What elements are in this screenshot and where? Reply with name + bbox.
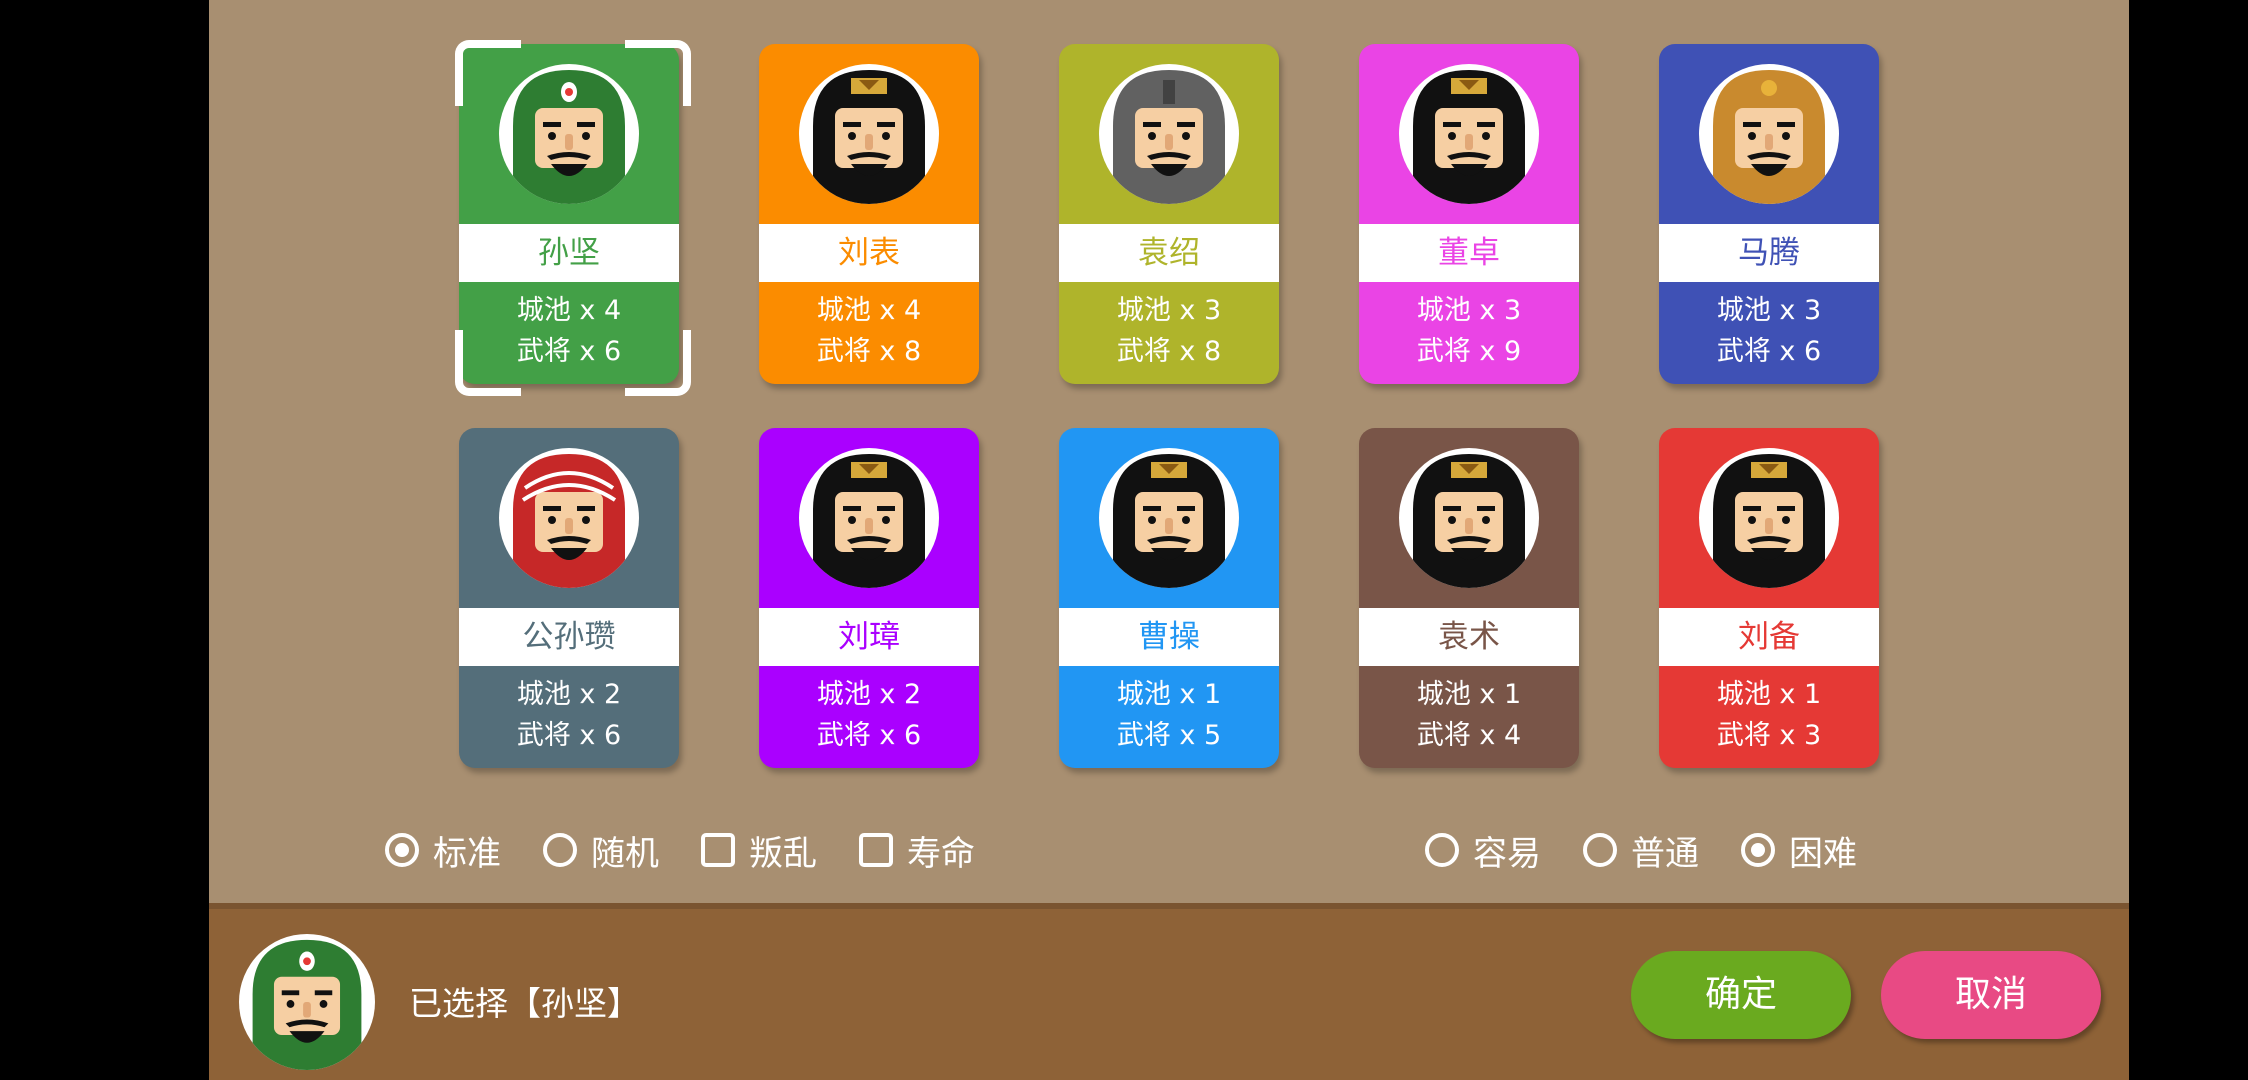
faction-card[interactable]: 董卓城池 x 3 武将 x 9	[1359, 44, 1579, 384]
faction-name: 刘璋	[759, 608, 979, 666]
selection-corner	[625, 330, 691, 396]
option-label: 困难	[1789, 833, 1857, 874]
faction-name: 公孙瓒	[459, 608, 679, 666]
checkbox-icon[interactable]	[859, 833, 893, 867]
faction-name: 董卓	[1359, 224, 1579, 282]
faction-generals: 武将 x 6	[816, 720, 922, 751]
faction-portrait	[799, 64, 939, 204]
selection-corner	[625, 40, 691, 106]
option-radio[interactable]: 普通	[1583, 826, 1699, 875]
option-checkbox[interactable]: 叛乱	[701, 826, 817, 875]
option-label: 随机	[591, 833, 659, 874]
faction-cities: 城池 x 4	[816, 295, 922, 326]
faction-name: 刘备	[1659, 608, 1879, 666]
faction-card[interactable]: 公孙瓒城池 x 2 武将 x 6	[459, 428, 679, 768]
faction-generals: 武将 x 6	[1716, 336, 1822, 367]
faction-card[interactable]: 刘表城池 x 4 武将 x 8	[759, 44, 979, 384]
faction-stats: 城池 x 2 武将 x 6	[459, 674, 679, 756]
option-radio[interactable]: 随机	[543, 826, 659, 875]
faction-cities: 城池 x 4	[516, 295, 622, 326]
option-label: 叛乱	[749, 833, 817, 874]
faction-name: 袁绍	[1059, 224, 1279, 282]
option-radio[interactable]: 标准	[385, 826, 501, 875]
checkbox-icon[interactable]	[701, 833, 735, 867]
faction-stats: 城池 x 2 武将 x 6	[759, 674, 979, 756]
faction-generals: 武将 x 9	[1416, 336, 1522, 367]
faction-cities: 城池 x 1	[1416, 679, 1522, 710]
game-stage: 孙坚城池 x 4 武将 x 6 刘表城池 x 4 武将 x 8 袁绍城池 x 3 武将 x…	[209, 0, 2129, 1080]
radio-icon[interactable]	[1583, 833, 1617, 867]
faction-stats: 城池 x 1 武将 x 3	[1659, 674, 1879, 756]
faction-name: 马腾	[1659, 224, 1879, 282]
selected-avatar	[239, 934, 375, 1070]
option-checkbox[interactable]: 寿命	[859, 826, 975, 875]
option-label: 容易	[1473, 833, 1541, 874]
faction-generals: 武将 x 4	[1416, 720, 1522, 751]
faction-stats: 城池 x 1 武将 x 5	[1059, 674, 1279, 756]
radio-icon[interactable]	[543, 833, 577, 867]
faction-card[interactable]: 袁术城池 x 1 武将 x 4	[1359, 428, 1579, 768]
faction-cities: 城池 x 3	[1116, 295, 1222, 326]
selection-corner	[455, 330, 521, 396]
faction-card[interactable]: 刘备城池 x 1 武将 x 3	[1659, 428, 1879, 768]
bottom-bar: 已选择【孙坚】 确定 取消	[209, 903, 2129, 1080]
faction-portrait	[1699, 448, 1839, 588]
faction-name: 孙坚	[459, 224, 679, 282]
radio-icon[interactable]	[385, 833, 419, 867]
faction-cities: 城池 x 3	[1716, 295, 1822, 326]
faction-name: 袁术	[1359, 608, 1579, 666]
faction-stats: 城池 x 3 武将 x 9	[1359, 290, 1579, 372]
faction-stats: 城池 x 3 武将 x 8	[1059, 290, 1279, 372]
radio-icon[interactable]	[1741, 833, 1775, 867]
selection-corner	[455, 40, 521, 106]
faction-cities: 城池 x 1	[1716, 679, 1822, 710]
faction-stats: 城池 x 4 武将 x 8	[759, 290, 979, 372]
faction-generals: 武将 x 8	[816, 336, 922, 367]
option-radio[interactable]: 容易	[1425, 826, 1541, 875]
faction-portrait	[1399, 64, 1539, 204]
faction-portrait	[1399, 448, 1539, 588]
option-label: 普通	[1631, 833, 1699, 874]
faction-stats: 城池 x 1 武将 x 4	[1359, 674, 1579, 756]
option-label: 标准	[433, 833, 501, 874]
faction-stats: 城池 x 3 武将 x 6	[1659, 290, 1879, 372]
faction-card[interactable]: 马腾城池 x 3 武将 x 6	[1659, 44, 1879, 384]
mode-options: 标准 随机 叛乱 寿命	[385, 820, 1017, 880]
faction-portrait	[1699, 64, 1839, 204]
faction-cities: 城池 x 3	[1416, 295, 1522, 326]
faction-name: 刘表	[759, 224, 979, 282]
faction-portrait	[1099, 64, 1239, 204]
selected-faction-text: 已选择【孙坚】	[409, 984, 640, 1023]
faction-generals: 武将 x 5	[1116, 720, 1222, 751]
cancel-button[interactable]: 取消	[1881, 951, 2101, 1039]
faction-cities: 城池 x 2	[516, 679, 622, 710]
faction-card[interactable]: 曹操城池 x 1 武将 x 5	[1059, 428, 1279, 768]
confirm-button[interactable]: 确定	[1631, 951, 1851, 1039]
faction-cities: 城池 x 1	[1116, 679, 1222, 710]
difficulty-options: 容易 普通 困难	[1425, 820, 1899, 880]
faction-card[interactable]: 刘璋城池 x 2 武将 x 6	[759, 428, 979, 768]
faction-generals: 武将 x 8	[1116, 336, 1222, 367]
radio-icon[interactable]	[1425, 833, 1459, 867]
option-radio[interactable]: 困难	[1741, 826, 1857, 875]
faction-portrait	[799, 448, 939, 588]
faction-card[interactable]: 袁绍城池 x 3 武将 x 8	[1059, 44, 1279, 384]
faction-generals: 武将 x 6	[516, 720, 622, 751]
faction-generals: 武将 x 3	[1716, 720, 1822, 751]
faction-portrait	[1099, 448, 1239, 588]
option-label: 寿命	[907, 833, 975, 874]
faction-portrait	[499, 448, 639, 588]
faction-cities: 城池 x 2	[816, 679, 922, 710]
faction-name: 曹操	[1059, 608, 1279, 666]
